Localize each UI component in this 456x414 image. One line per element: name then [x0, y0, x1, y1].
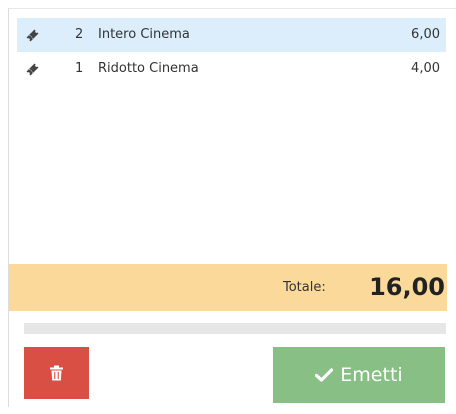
- item-quantity: 1: [75, 61, 84, 76]
- progress-bar: [24, 323, 446, 334]
- item-price: 4,00: [411, 61, 440, 76]
- emit-button-label: Emetti: [340, 364, 403, 386]
- list-item[interactable]: 2 Intero Cinema 6,00: [17, 18, 446, 52]
- item-name: Ridotto Cinema: [98, 61, 199, 76]
- ticket-icon: [26, 29, 39, 42]
- item-price: 6,00: [411, 27, 440, 42]
- list-item[interactable]: 1 Ridotto Cinema 4,00: [17, 52, 446, 86]
- trash-icon: [50, 365, 63, 381]
- total-label: Totale:: [283, 280, 326, 295]
- emit-button-content: Emetti: [273, 364, 445, 386]
- emit-button[interactable]: Emetti: [273, 347, 445, 403]
- item-quantity: 2: [75, 27, 84, 42]
- total-bar: Totale: 16,00: [9, 264, 447, 311]
- delete-button[interactable]: [24, 347, 89, 399]
- ticket-icon: [26, 63, 39, 76]
- item-name: Intero Cinema: [98, 27, 190, 42]
- check-icon: [315, 368, 334, 382]
- total-value: 16,00: [369, 273, 445, 301]
- ticket-list: 2 Intero Cinema 6,00 1 Ridotto Cinema 4,…: [17, 18, 446, 86]
